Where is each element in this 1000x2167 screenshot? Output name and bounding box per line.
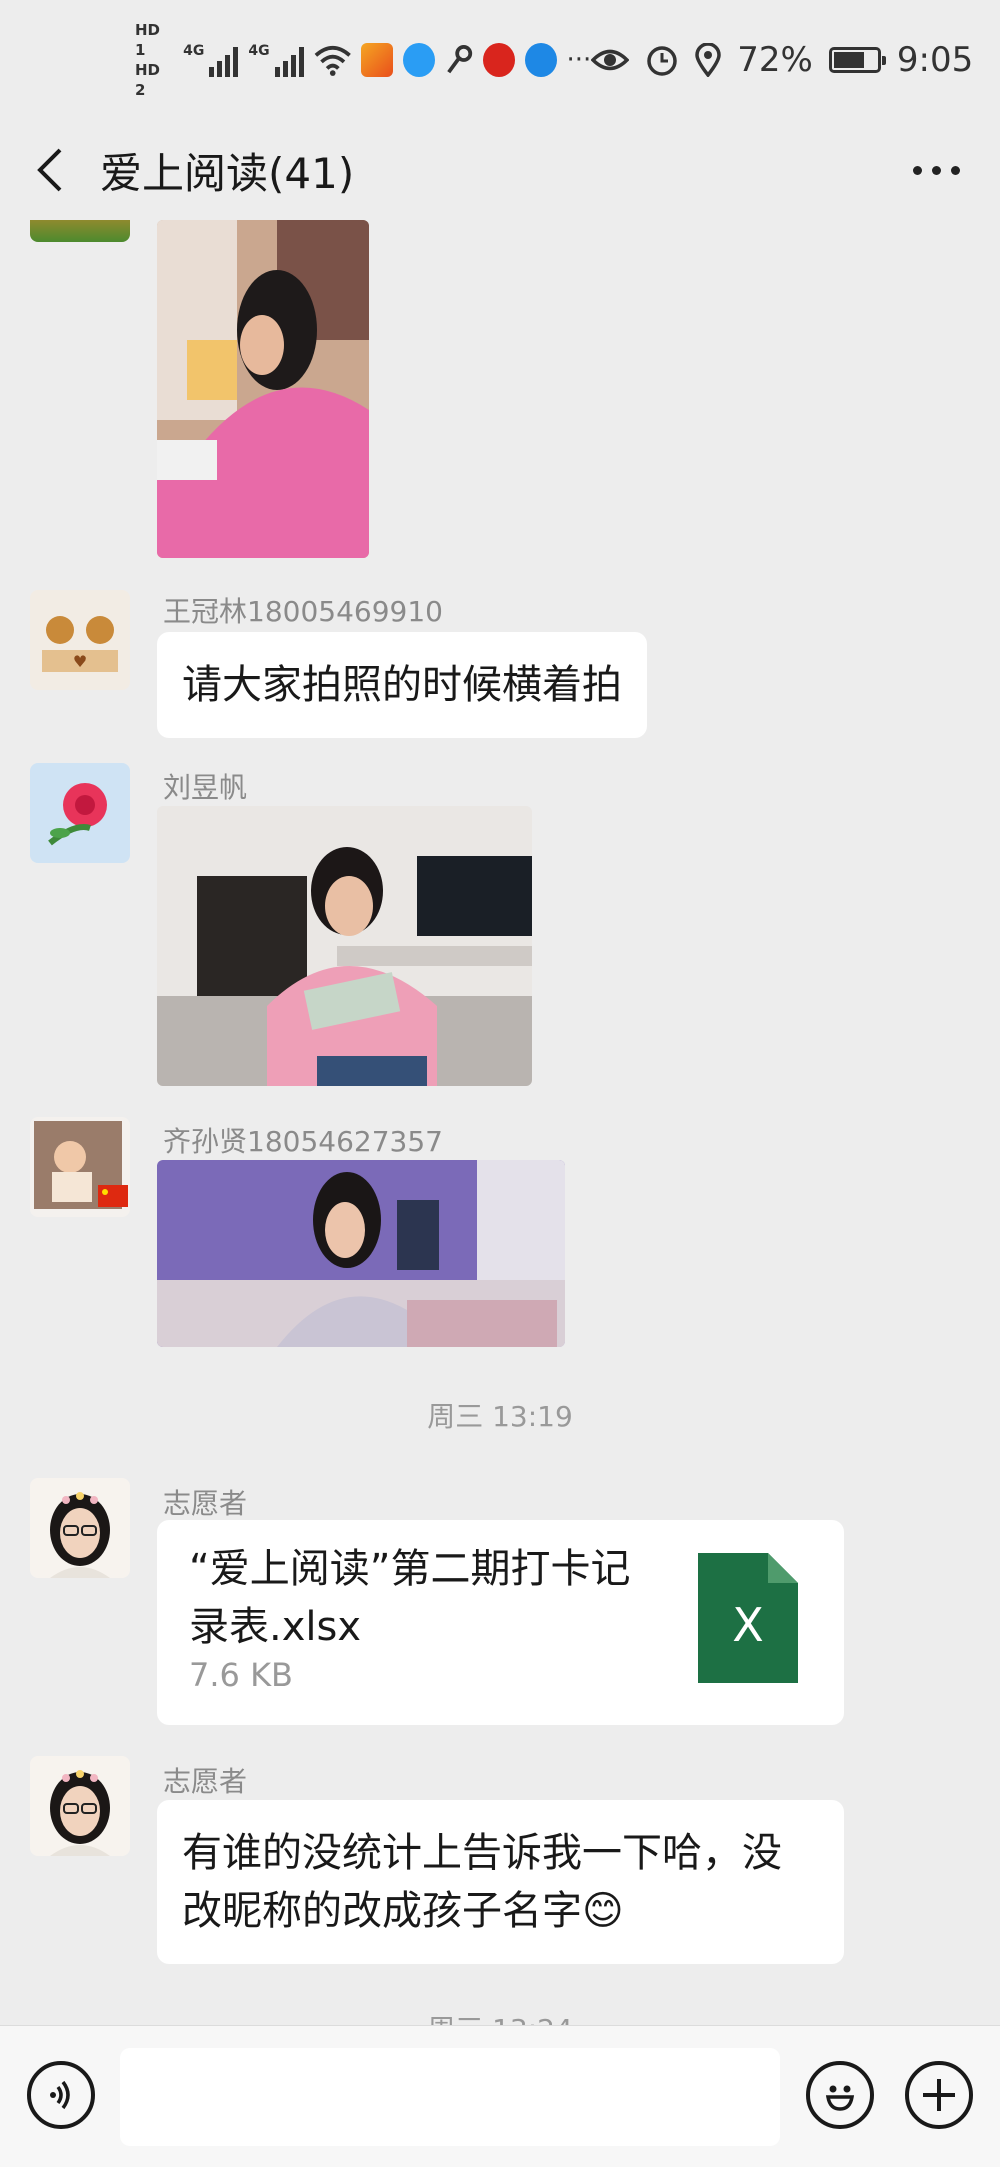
message-bubble[interactable]: 有谁的没统计上告诉我一下哈，没改昵称的改成孩子名字😊 [157,1800,844,1964]
message-photo[interactable] [157,220,369,558]
avatar[interactable]: ♥ [30,590,130,690]
network-type-2: 4G [248,43,270,59]
avatar-woman-glasses [30,1756,130,1856]
file-icon-letter: X [732,1598,764,1652]
hd2-label: HD 2 [135,61,161,99]
avatar[interactable] [30,763,130,863]
status-bar: HD 1 HD 2 4G 4G ··· 72% 9:05 [0,0,1000,120]
avatar[interactable] [30,220,130,242]
emoji-button[interactable] [806,2061,874,2129]
svg-text:♥: ♥ [73,652,87,671]
app-notification-icon [524,43,557,77]
location-icon [695,43,722,77]
key-icon [446,45,472,74]
avatar-child-flag [30,1117,130,1217]
voice-button[interactable] [27,2061,95,2129]
chat-title: 爱上阅读(41) [100,148,355,198]
clock: 9:05 [896,40,974,80]
app-notification-icon [402,43,435,77]
chevron-left-icon [37,148,62,192]
avatar-love-bears: ♥ [30,590,130,690]
eye-icon [591,49,630,71]
photo-girl-reading-bed [157,1160,565,1347]
more-dots-icon [951,165,960,175]
chat-header: 爱上阅读(41) [0,120,1000,220]
more-button[interactable] [903,156,970,185]
battery-percent: 72% [737,40,813,80]
timestamp: 周三 13:19 [427,1400,573,1433]
avatar[interactable] [30,1117,130,1217]
plus-button[interactable] [905,2061,973,2129]
network-type-1: 4G [183,43,205,59]
voice-icon [50,2080,70,2110]
sender-name: 志愿者 [163,1487,248,1520]
wifi-icon [314,45,351,76]
app-notification-icon [482,43,515,77]
sender-name: 志愿者 [163,1765,248,1798]
photo-girl-reading [157,806,532,1086]
photo-girl-studying [157,220,369,558]
battery-icon [828,47,886,73]
avatar-rose [30,763,130,863]
signal-icon: 4G [183,43,239,77]
avatar[interactable] [30,1756,130,1856]
more-dots-icon [932,165,941,175]
more-dots-icon [913,165,922,175]
back-button[interactable] [30,145,70,195]
hd1-label: HD 1 [135,21,161,59]
file-message-card[interactable]: “爱上阅读”第二期打卡记录表.xlsx 7.6 KB X [157,1520,844,1725]
message-photo[interactable] [157,1160,565,1347]
message-input[interactable] [120,2048,780,2146]
more-notifications-indicator: ··· [566,45,592,75]
sender-name: 刘昱帆 [163,771,248,804]
message-bubble[interactable]: 请大家拍照的时候横着拍 [157,632,647,738]
signal-icon-2: 4G [248,43,304,77]
emoji-icon [825,2085,855,2111]
avatar[interactable] [30,1478,130,1578]
excel-file-icon: X [698,1553,798,1683]
plus-icon [923,2079,955,2111]
sender-name: 王冠林18005469910 [163,595,443,628]
input-bar [0,2025,1000,2167]
hd-indicator: HD 1 HD 2 [135,20,173,100]
sender-name: 齐孙贤18054627357 [163,1125,443,1158]
message-list[interactable]: ♥ 王冠林18005469910 请大家拍照的时候横着拍 刘昱帆 齐孙贤1805… [0,220,1000,2025]
file-name: “爱上阅读”第二期打卡记录表.xlsx [189,1546,631,1650]
message-photo[interactable] [157,806,532,1086]
timestamp: 周三 13:24 [0,2008,1000,2025]
app-notification-icon [361,43,393,77]
avatar-woman-glasses [30,1478,130,1578]
alarm-icon [647,46,678,76]
